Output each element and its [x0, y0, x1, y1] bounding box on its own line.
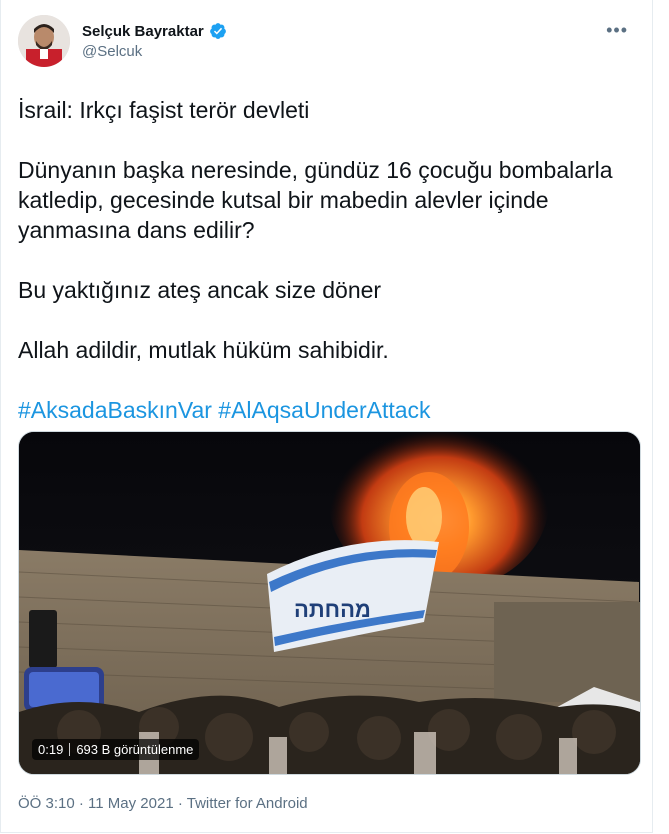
tweet-line-3: Bu yaktığınız ateş ancak size döner [18, 277, 382, 303]
tweet-line-2: Dünyanın başka neresinde, gündüz 16 çocu… [18, 157, 613, 243]
author-name-row: Selçuk Bayraktar [82, 22, 227, 40]
video-duration: 0:19 [38, 742, 64, 757]
badge-divider [69, 743, 71, 756]
more-options-icon[interactable]: ••• [606, 20, 628, 41]
tweet-source[interactable]: Twitter for Android [187, 795, 308, 812]
tweet-time[interactable]: ÖÖ 3:10 [18, 795, 75, 812]
tweet-card: Selçuk Bayraktar @Selcuk ••• İsrail: Irk… [0, 0, 653, 833]
author-handle[interactable]: @Selcuk [82, 43, 142, 60]
verified-badge-icon [209, 23, 226, 39]
avatar-photo-icon [18, 15, 70, 67]
meta-separator: · [173, 795, 187, 812]
author-name[interactable]: Selçuk Bayraktar [82, 23, 204, 40]
hashtag-link[interactable]: #AksadaBaskınVar [18, 397, 212, 423]
avatar[interactable] [18, 15, 70, 67]
video-views: 693 B görüntülenme [76, 742, 194, 757]
tweet-meta: ÖÖ 3:10 · 11 May 2021 · Twitter for Andr… [18, 795, 308, 812]
tweet-date[interactable]: 11 May 2021 [88, 795, 174, 812]
hashtag-link[interactable]: #AlAqsaUnderAttack [218, 397, 430, 423]
video-player[interactable]: מהחתה 0:19 693 B görüntülenme [18, 431, 641, 775]
tweet-text: İsrail: Irkçı faşist terör devleti Dünya… [18, 95, 638, 425]
video-stats-badge: 0:19 693 B görüntülenme [32, 739, 200, 760]
hashtag-row: #AksadaBaskınVar #AlAqsaUnderAttack [18, 395, 638, 425]
svg-text:מהחתה: מהחתה [294, 597, 371, 622]
video-frame-image: מהחתה [19, 432, 640, 774]
tweet-line-1: İsrail: Irkçı faşist terör devleti [18, 97, 310, 123]
tweet-line-4: Allah adildir, mutlak hüküm sahibidir. [18, 337, 389, 363]
meta-separator: · [74, 795, 89, 812]
